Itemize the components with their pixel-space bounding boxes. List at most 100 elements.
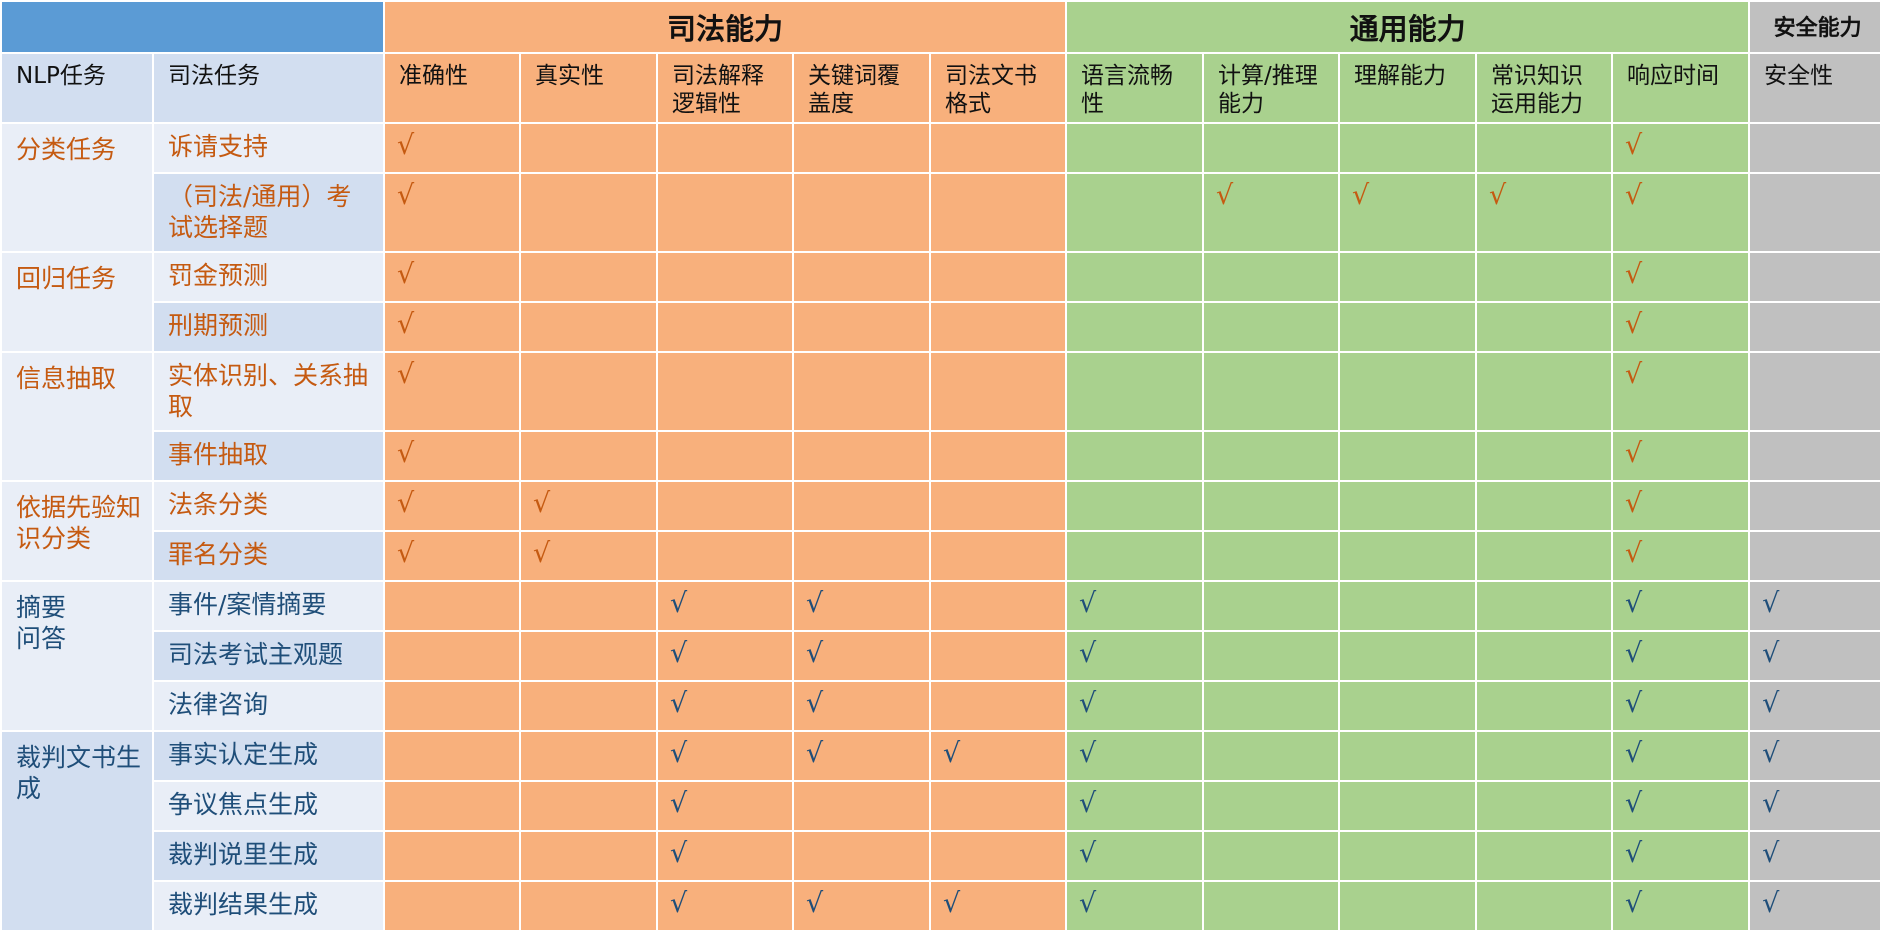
matrix-cell [928,301,1068,353]
check-mark: √ [670,738,688,769]
matrix-cell [1475,630,1614,682]
matrix-cell [792,172,931,253]
matrix-cell: √ [1611,580,1751,632]
check-mark: √ [806,588,824,619]
check-mark: √ [1625,888,1643,919]
check-mark: √ [1625,359,1643,390]
matrix-cell [1065,530,1205,582]
matrix-cell [1338,122,1478,174]
check-mark: √ [397,538,415,569]
matrix-cell [1475,480,1614,532]
matrix-cell: √ [519,480,658,532]
matrix-cell: √ [1748,780,1880,832]
matrix-cell: √ [1748,630,1880,682]
check-mark: √ [806,638,824,669]
check-mark: √ [943,888,961,919]
matrix-cell: √ [656,780,794,832]
nlp-task-label: 分类任务 [16,135,117,164]
check-mark: √ [1625,638,1643,669]
nlp-task-label: 信息抽取 [16,364,117,393]
matrix-cell [792,780,931,832]
matrix-cell: √ [1611,351,1751,432]
check-mark: √ [397,259,415,290]
nlp-task-cell: 裁判文书生成 [0,730,154,932]
judicial-task-cell: 法条分类 [152,480,385,532]
matrix-cell [1475,580,1614,632]
matrix-cell: √ [1748,680,1880,732]
matrix-cell [928,351,1068,432]
judicial-task-cell: 事件抽取 [152,430,385,482]
matrix-cell [1065,172,1205,253]
matrix-cell [928,830,1068,882]
matrix-cell [1338,301,1478,353]
table-row: （司法/通用）考试选择题 √ √ √ √ √ [1,172,1880,253]
matrix-cell: √ [383,530,521,582]
matrix-cell: √ [1611,480,1751,532]
matrix-cell [1338,430,1478,482]
matrix-cell [1748,172,1880,253]
header-keyword-coverage: 关键词覆 盖度 [792,52,931,124]
check-mark: √ [1352,180,1370,211]
matrix-cell [656,172,794,253]
matrix-cell [656,430,794,482]
matrix-cell: √ [383,480,521,532]
header-label-line: 响应时间 [1627,63,1720,89]
matrix-cell [1338,730,1478,782]
check-mark: √ [397,438,415,469]
matrix-cell [519,251,658,303]
table-row: 裁判文书生成 事实认定生成 √ √ √ √ √ √ [0,730,1880,932]
matrix-cell [928,430,1068,482]
matrix-cell [1202,630,1341,682]
check-mark: √ [1625,438,1643,469]
group-header-row: 司法能力 通用能力 安全能力 [0,0,1880,54]
check-mark: √ [1079,838,1097,869]
header-label-line: 计算/推理 [1218,63,1318,89]
capability-matrix-table: 司法能力 通用能力 安全能力 NLP任务 司法任务 准确性 真实性 司法解释 逻辑… [0,0,1880,932]
matrix-cell [1202,780,1341,832]
matrix-cell [1338,351,1478,432]
check-mark: √ [670,888,688,919]
check-mark: √ [1625,688,1643,719]
matrix-cell [519,780,658,832]
matrix-cell: √ [1611,780,1751,832]
judicial-task-cell: 事件/案情摘要 [152,580,385,632]
check-mark: √ [670,838,688,869]
matrix-cell [1748,351,1880,432]
matrix-cell: √ [1748,580,1880,632]
table-row: 分类任务 诉请支持 √ √ [0,122,1880,253]
matrix-cell [1748,251,1880,303]
header-label-line: 真实性 [535,63,604,89]
matrix-cell: √ [792,730,931,782]
matrix-cell: √ [1475,172,1614,253]
matrix-cell [1748,122,1880,174]
matrix-cell [519,351,658,432]
matrix-cell: √ [1065,580,1205,632]
matrix-cell [1475,430,1614,482]
matrix-cell [656,480,794,532]
check-mark: √ [1762,788,1780,819]
matrix-cell [1338,780,1478,832]
judicial-task-cell: 事实认定生成 [152,730,385,782]
matrix-cell: √ [1202,172,1341,253]
matrix-cell [792,480,931,532]
matrix-cell [928,630,1068,682]
judicial-task-cell: 实体识别、关系抽取 [152,351,385,432]
matrix-cell: √ [1611,730,1751,782]
matrix-cell [792,351,931,432]
matrix-cell [928,580,1068,632]
table-row: 法律咨询 √ √ √ √ √ [1,680,1880,732]
matrix-cell [1475,780,1614,832]
matrix-cell [792,530,931,582]
nlp-task-cell: 摘要 问答 [0,580,154,732]
matrix-cell [519,301,658,353]
table-row: 刑期预测 √ √ [1,301,1880,353]
header-label-line: 司法解释 [672,63,764,89]
check-mark: √ [1079,688,1097,719]
check-mark: √ [670,788,688,819]
matrix-cell [928,480,1068,532]
check-mark: √ [533,488,551,519]
matrix-cell [519,680,658,732]
matrix-cell [792,830,931,882]
matrix-cell: √ [656,680,794,732]
matrix-cell [1338,580,1478,632]
